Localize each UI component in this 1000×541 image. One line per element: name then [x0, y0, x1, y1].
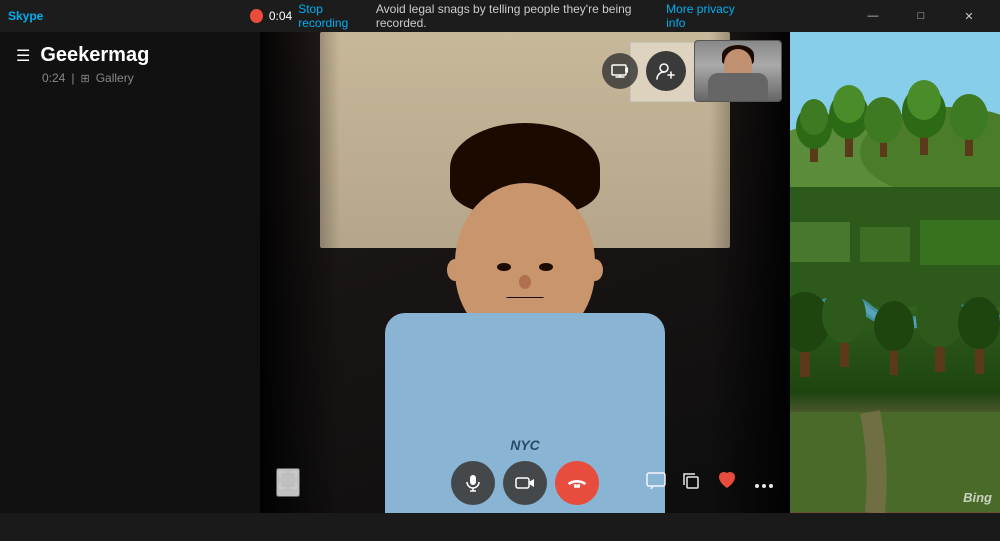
call-controls-center: [451, 461, 599, 505]
notification-text: Avoid legal snags by telling people they…: [376, 2, 660, 30]
video-area: NYC: [260, 32, 790, 513]
minimize-button[interactable]: —: [850, 0, 896, 32]
react-button[interactable]: [716, 470, 738, 496]
app-logo: Skype: [8, 9, 43, 23]
recording-dot: [250, 9, 263, 23]
wallpaper-area: Bing: [790, 32, 1000, 513]
sidebar-header: ☰ Geekermag: [16, 44, 244, 67]
title-bar-left: Skype: [8, 9, 43, 23]
stop-recording-link[interactable]: Stop recording: [298, 2, 370, 30]
add-person-icon: [656, 62, 676, 80]
more-icon: [754, 483, 774, 489]
ear-left: [447, 259, 463, 281]
heart-icon: [716, 470, 738, 490]
close-button[interactable]: ✕: [946, 0, 992, 32]
camera-button[interactable]: [503, 461, 547, 505]
camera-icon: [515, 475, 535, 491]
mute-button[interactable]: [451, 461, 495, 505]
recording-time: 0:04: [269, 9, 292, 23]
landscape-svg: [790, 32, 1000, 513]
window-controls: — □ ✕: [850, 0, 992, 32]
more-button[interactable]: [754, 473, 774, 494]
call-controls-right: [646, 470, 774, 496]
shadow-left: [260, 32, 340, 513]
title-bar: Skype 0:04 Stop recording Avoid legal sn…: [0, 0, 1000, 32]
end-call-icon: [566, 477, 588, 489]
nose: [519, 275, 531, 289]
shirt-text: NYC: [510, 437, 540, 453]
microphone-icon: [464, 474, 482, 492]
chat-icon: [646, 472, 666, 490]
maximize-button[interactable]: □: [898, 0, 944, 32]
copy-button[interactable]: [682, 472, 700, 495]
thumbnail-video: [694, 40, 782, 102]
main-video: NYC: [260, 32, 790, 513]
chat-button[interactable]: [646, 472, 666, 495]
call-info: 0:24 | ⊞ Gallery: [42, 71, 244, 85]
eye-right: [539, 263, 553, 271]
gallery-icon: ⊞: [80, 72, 89, 85]
thumb-body: [708, 73, 768, 101]
copy-icon: [682, 472, 700, 490]
add-person-button[interactable]: [646, 51, 686, 91]
main-content: ☰ Geekermag 0:24 | ⊞ Gallery: [0, 32, 1000, 513]
shadow-right: [710, 32, 790, 513]
privacy-link[interactable]: More privacy info: [666, 2, 750, 30]
call-duration: 0:24: [42, 71, 65, 85]
separator: |: [71, 71, 74, 85]
screen-share-button[interactable]: [602, 53, 638, 89]
bing-watermark: Bing: [963, 490, 992, 505]
eye-left: [497, 263, 511, 271]
bottom-controls: [260, 453, 790, 513]
end-call-button[interactable]: [555, 461, 599, 505]
sidebar: ☰ Geekermag 0:24 | ⊞ Gallery: [0, 32, 260, 513]
hamburger-icon[interactable]: ☰: [16, 46, 30, 66]
video-top-controls: [602, 40, 782, 102]
contact-name: Geekermag: [40, 44, 149, 67]
gallery-label: Gallery: [96, 71, 134, 85]
ear-right: [587, 259, 603, 281]
recording-info: 0:04 Stop recording Avoid legal snags by…: [250, 2, 750, 30]
screen-icon: [611, 64, 629, 78]
thumbnail-person: [695, 41, 781, 101]
